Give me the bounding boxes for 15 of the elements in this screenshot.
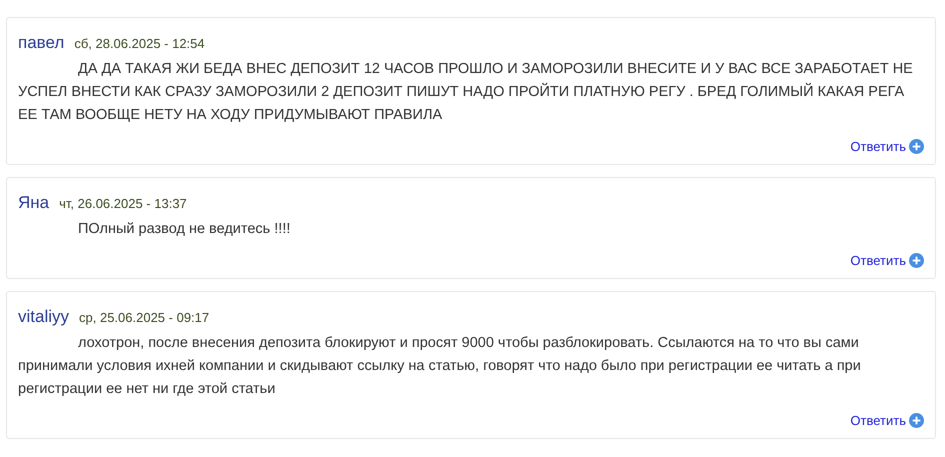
comment-author[interactable]: павел [18, 30, 64, 56]
comment-date: ср, 25.06.2025 - 09:17 [79, 309, 210, 327]
reply-link[interactable]: Ответить [850, 410, 924, 430]
plus-icon [909, 252, 924, 268]
reply-link[interactable]: Ответить [850, 250, 924, 270]
comment-date: чт, 26.06.2025 - 13:37 [59, 195, 187, 213]
comment-text: ПОлный развод не ведитесь !!!! [77, 220, 292, 238]
comment-date: сб, 28.06.2025 - 12:54 [74, 35, 205, 53]
plus-icon [909, 412, 924, 428]
comment-author[interactable]: vitaliyy [18, 304, 70, 330]
reply-link[interactable]: Ответить [850, 136, 924, 156]
comment-text: лохотрон, после внесения депозита блокируют и просят 9000 чтобы разблокировать. Ссылаются на то что вы сами принимали условия ихней компании и скидывают ссылку на статью, говорят что надо было при регистрации ее читать а при регистрации ее нет ни где этой статьи [18, 334, 862, 398]
plus-icon [909, 138, 924, 154]
comment-text: ДА ДА ТАКАЯ ЖИ БЕДА ВНЕС ДЕПОЗИТ 12 ЧАСОВ ПРОШЛО И ЗАМОРОЗИЛИ ВНЕСИТЕ И У ВАС ВСЕ ЗАРАБОТАЕТ НЕ УСПЕЛ ВНЕСТИ КАК СРАЗУ ЗАМОРОЗИЛИ 2 ДЕПОЗИТ ПИШУТ НАДО ПРОЙТИ ПЛАТНУЮ РЕГУ . БРЕД ГОЛИМЫЙ КАКАЯ РЕГА ЕЕ ТАМ ВООБЩЕ НЕТУ НА ХОДУ ПРИДУМЫВАЮТ ПРАВИЛА [18, 60, 914, 124]
comment-author[interactable]: Яна [18, 190, 50, 216]
